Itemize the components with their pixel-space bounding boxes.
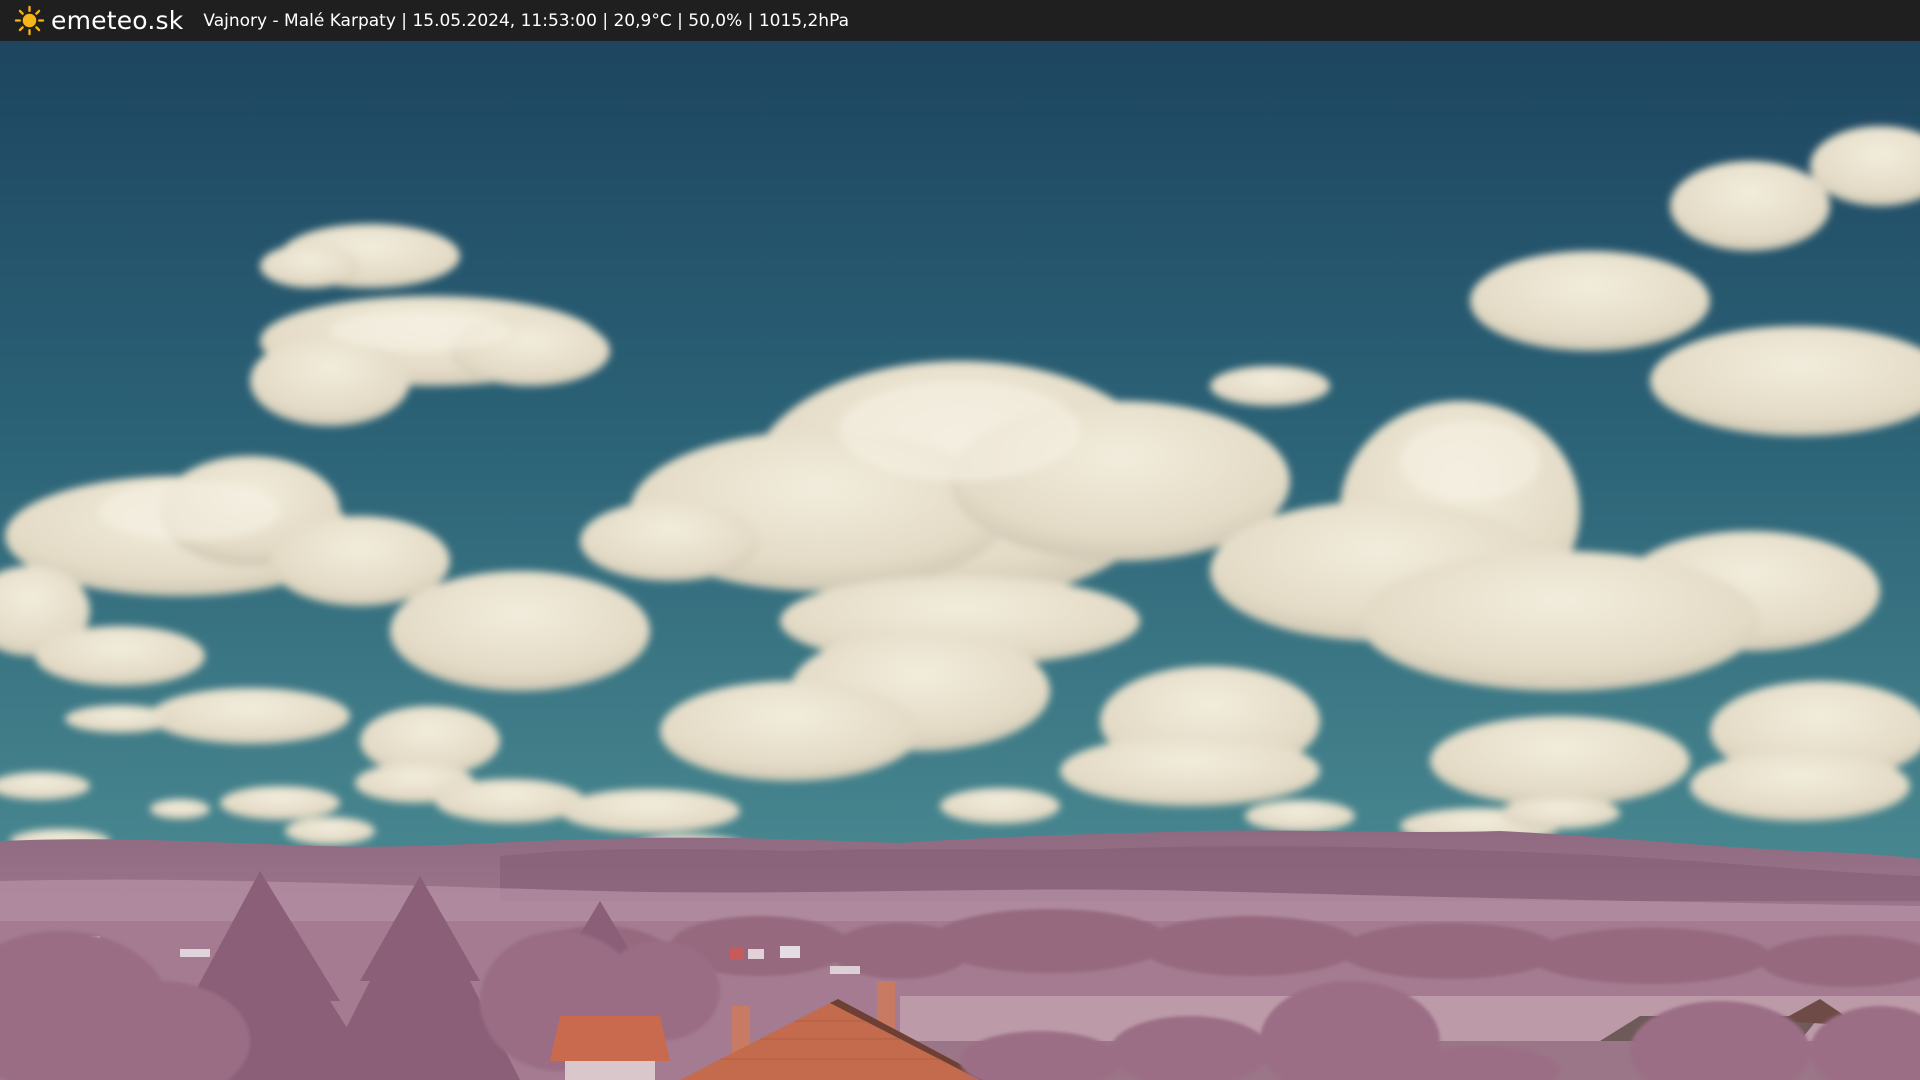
separator: | [671,10,689,31]
top-info-bar: emeteo.sk Vajnory - Malé Karpaty | 15.05… [0,0,1920,41]
sun-icon [14,5,45,36]
brand-name: emeteo.sk [51,6,184,35]
separator: | [395,10,413,31]
temperature-text: 20,9°C [613,10,672,31]
location-text: Vajnory - Malé Karpaty [203,10,396,31]
house-left [550,1016,670,1080]
weather-info: Vajnory - Malé Karpaty | 15.05.2024, 11:… [203,11,849,31]
separator: | [596,10,614,31]
site-logo[interactable]: emeteo.sk [14,5,183,36]
pressure-text: 1015,2hPa [758,10,849,31]
webcam-image [0,41,1920,1080]
humidity-text: 50,0% [688,10,743,31]
separator: | [742,10,759,31]
landscape-scene [0,41,1920,1080]
datetime-text: 15.05.2024, 11:53:00 [412,10,597,31]
